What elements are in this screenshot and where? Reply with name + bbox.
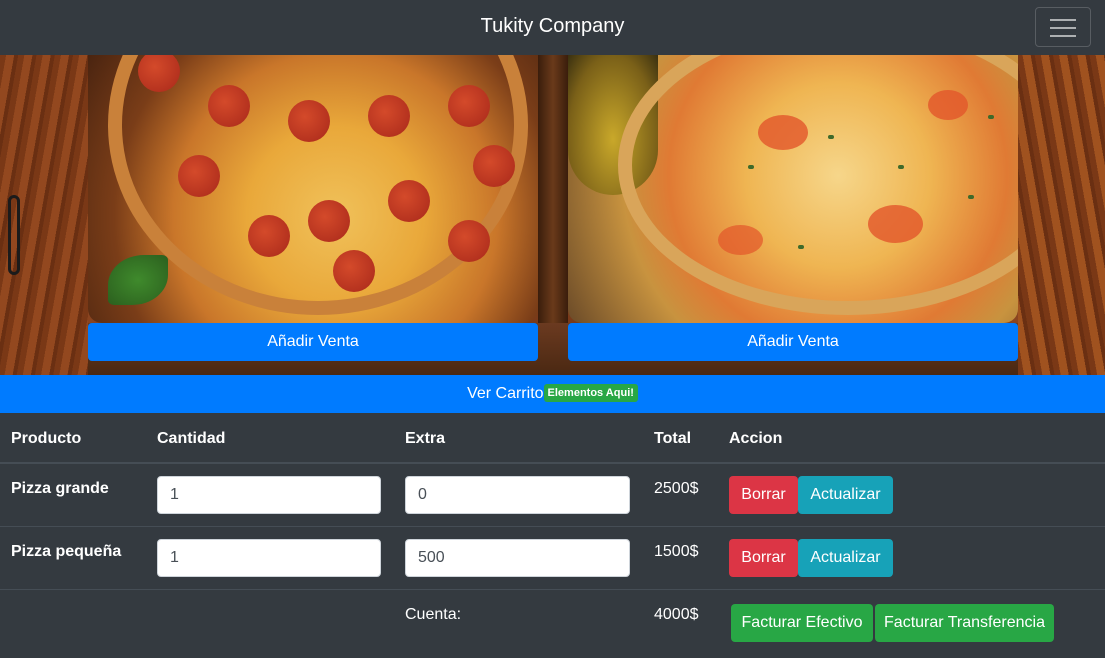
add-sale-button-1[interactable]: Añadir Venta	[88, 323, 538, 361]
add-sale-button-2[interactable]: Añadir Venta	[568, 323, 1018, 361]
invoice-cash-button[interactable]: Facturar Efectivo	[731, 604, 873, 642]
view-cart-label: Ver Carrito	[467, 385, 544, 402]
row-2-extra-input[interactable]	[405, 539, 630, 577]
hamburger-icon	[1050, 19, 1076, 21]
account-total: 4000$	[654, 606, 699, 623]
cart-badge: Elementos Aqui!	[543, 383, 638, 402]
hero-section: Añadir Venta Añadir Venta	[0, 55, 1105, 375]
door-handle-decoration	[8, 195, 20, 275]
row-1-quantity-input[interactable]	[157, 476, 381, 514]
row-2-product: Pizza pequeña	[11, 543, 122, 560]
header-total: Total	[654, 430, 692, 447]
view-cart-button[interactable]: Ver Carrito Elementos Aqui!	[0, 375, 1105, 413]
row-1-total: 2500$	[654, 480, 699, 497]
row-1-update-button[interactable]: Actualizar	[798, 476, 893, 514]
header-product: Producto	[11, 430, 82, 447]
row-2-quantity-input[interactable]	[157, 539, 381, 577]
row-1-product: Pizza grande	[11, 480, 109, 497]
navbar: Tukity Company	[0, 0, 1105, 55]
row-1-delete-button[interactable]: Borrar	[729, 476, 798, 514]
invoice-transfer-button[interactable]: Facturar Transferencia	[875, 604, 1054, 642]
header-quantity: Cantidad	[157, 430, 226, 447]
basil-decoration	[108, 255, 168, 305]
row-2-total: 1500$	[654, 543, 699, 560]
row-2-update-button[interactable]: Actualizar	[798, 539, 893, 577]
pepperoni-pizza-image	[88, 55, 538, 323]
account-label: Cuenta:	[405, 606, 462, 623]
navbar-brand[interactable]: Tukity Company	[0, 15, 1105, 38]
row-2-delete-button[interactable]: Borrar	[729, 539, 798, 577]
cheese-pizza-image	[568, 55, 1018, 323]
navbar-toggler[interactable]	[1035, 7, 1091, 47]
row-1-extra-input[interactable]	[405, 476, 630, 514]
header-action: Accion	[729, 430, 783, 447]
header-extra: Extra	[405, 430, 446, 447]
